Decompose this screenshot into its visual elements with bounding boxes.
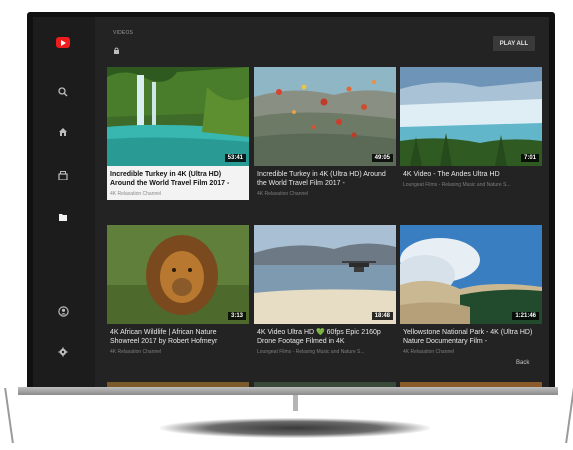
account-icon[interactable] <box>55 303 71 319</box>
video-card[interactable]: 49:05 Incredible Turkey in 4K (Ultra HD)… <box>254 67 396 200</box>
video-duration: 7:01 <box>520 154 539 162</box>
video-duration: 18:48 <box>371 312 393 320</box>
play-all-button[interactable]: PLAY ALL <box>493 36 535 51</box>
video-thumbnail[interactable]: 49:05 <box>254 67 396 166</box>
video-duration: 49:05 <box>371 154 393 162</box>
video-thumbnail[interactable]: 18:48 <box>254 225 396 324</box>
video-card[interactable]: 1:21:46 Yellowstone National Park - 4K (… <box>400 225 542 358</box>
tv-stand-bar <box>18 387 558 395</box>
video-channel: Loungeat Films - Relaxing Music and Natu… <box>257 349 365 355</box>
video-channel: 4K Relaxation Channel <box>257 191 309 197</box>
home-icon[interactable] <box>55 124 71 140</box>
video-channel: 4K Relaxation Channel <box>110 349 162 355</box>
video-thumbnail[interactable]: 3:13 <box>107 225 249 324</box>
video-duration: 1:21:46 <box>512 312 539 320</box>
video-channel: 4K Relaxation Channel <box>403 349 455 355</box>
section-label: VIDEOS <box>113 30 134 36</box>
video-card[interactable]: 3:13 4K African Wildlife | African Natur… <box>107 225 249 358</box>
video-title[interactable]: 4K African Wildlife | African Nature Sho… <box>110 328 246 346</box>
video-duration: 3:13 <box>227 312 246 320</box>
tv-stand-leg-left <box>4 388 30 443</box>
video-card[interactable]: 53:41 Incredible Turkey in 4K (Ultra HD)… <box>107 67 249 200</box>
youtube-logo-icon[interactable] <box>56 37 70 48</box>
video-title[interactable]: 4K Video Ultra HD 💚 60fps Epic 2160p Dro… <box>257 328 393 346</box>
video-title[interactable]: Yellowstone National Park - 4K (Ultra HD… <box>403 328 539 346</box>
library-folder-icon[interactable] <box>55 209 71 225</box>
video-title[interactable]: Incredible Turkey in 4K (Ultra HD) Aroun… <box>257 170 393 188</box>
video-title[interactable]: Incredible Turkey in 4K (Ultra HD) Aroun… <box>110 170 246 188</box>
back-label[interactable]: Back <box>516 360 529 366</box>
video-thumbnail[interactable]: 53:41 <box>107 67 249 166</box>
tv-stand-leg-right <box>549 388 573 443</box>
subscriptions-icon[interactable] <box>55 167 71 183</box>
video-thumbnail[interactable]: 1:21:46 <box>400 225 542 324</box>
tv-stand-neck <box>293 395 298 411</box>
tv-stand-base <box>160 418 430 438</box>
video-thumbnail[interactable]: 7:01 <box>400 67 542 166</box>
video-channel: 4K Relaxation Channel <box>110 191 162 197</box>
tv-screen: VIDEOS PLAY ALL 53:41 Incredible Turkey … <box>33 17 549 387</box>
settings-icon[interactable] <box>55 344 71 360</box>
video-title[interactable]: 4K Video - The Andes Ultra HD <box>403 170 539 179</box>
lock-icon <box>113 41 120 59</box>
search-icon[interactable] <box>55 84 71 100</box>
sidebar <box>33 17 95 387</box>
video-channel: Loungeat Films - Relaxing Music and Natu… <box>403 182 511 188</box>
video-card[interactable]: 18:48 4K Video Ultra HD 💚 60fps Epic 216… <box>254 225 396 358</box>
video-duration: 53:41 <box>224 154 246 162</box>
video-card[interactable]: 7:01 4K Video - The Andes Ultra HD Loung… <box>400 67 542 191</box>
